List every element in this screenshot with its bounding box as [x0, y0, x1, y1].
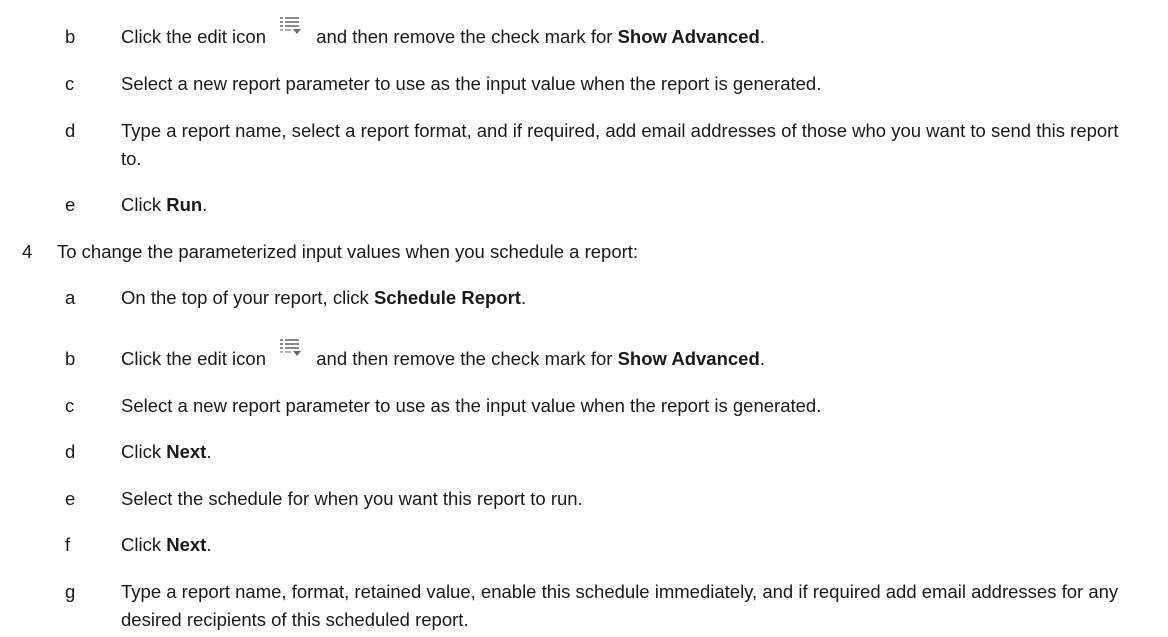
- step-text: Click: [121, 194, 162, 215]
- show-advanced-label: Show Advanced: [617, 26, 760, 47]
- schedule-report-label: Schedule Report: [373, 287, 521, 308]
- next-label: Next: [166, 441, 207, 462]
- step-b-edit-icon: b Click the edit icon and then remove th…: [65, 17, 765, 51]
- edit-list-icon: [279, 339, 305, 367]
- step-c-2: c Select a new report parameter to use a…: [65, 392, 821, 420]
- step-marker: e: [65, 488, 76, 509]
- step-marker: c: [65, 395, 75, 416]
- step-text: Select the schedule for when you want th…: [121, 488, 583, 509]
- run-label: Run: [166, 194, 203, 215]
- step-marker: c: [65, 73, 75, 94]
- show-advanced-label: Show Advanced: [617, 348, 760, 369]
- step-a: a On the top of your report, click Sched…: [65, 284, 526, 312]
- step-marker: b: [65, 348, 76, 369]
- step-e-2: e Select the schedule for when you want …: [65, 485, 583, 513]
- step-d: d Type a report name, select a report fo…: [65, 117, 1121, 173]
- step-text: Type a report name, format, retained val…: [121, 581, 1119, 630]
- step-text: Click the edit icon: [121, 26, 266, 47]
- step-text: and then remove the check mark for: [316, 348, 613, 369]
- step-marker: g: [65, 581, 76, 602]
- step-text: Type a report name, select a report form…: [121, 120, 1119, 169]
- step-marker: e: [65, 194, 76, 215]
- edit-list-icon: [279, 17, 305, 45]
- step-c: c Select a new report parameter to use a…: [65, 70, 821, 98]
- step-marker: f: [65, 534, 71, 555]
- step-text: Click the edit icon: [121, 348, 266, 369]
- step-text: Click: [121, 534, 162, 555]
- step-4: 4 To change the parameterized input valu…: [22, 238, 638, 266]
- step-text: and then remove the check mark for: [316, 26, 613, 47]
- step-marker: b: [65, 26, 76, 47]
- step-text: Select a new report parameter to use as …: [121, 395, 822, 416]
- step-b-edit-icon-2: b Click the edit icon and then remove th…: [65, 339, 765, 373]
- step-text: To change the parameterized input values…: [57, 241, 639, 262]
- step-e: e Click Run.: [65, 191, 207, 219]
- step-f: f Click Next.: [65, 531, 211, 559]
- step-text: Select a new report parameter to use as …: [121, 73, 822, 94]
- step-number: 4: [22, 241, 33, 262]
- step-marker: d: [65, 120, 76, 141]
- step-d-2: d Click Next.: [65, 438, 211, 466]
- step-text: On the top of your report, click: [121, 287, 369, 308]
- step-g: g Type a report name, format, retained v…: [65, 578, 1121, 634]
- step-text: Click: [121, 441, 162, 462]
- step-marker: a: [65, 287, 76, 308]
- next-label: Next: [166, 534, 207, 555]
- step-marker: d: [65, 441, 76, 462]
